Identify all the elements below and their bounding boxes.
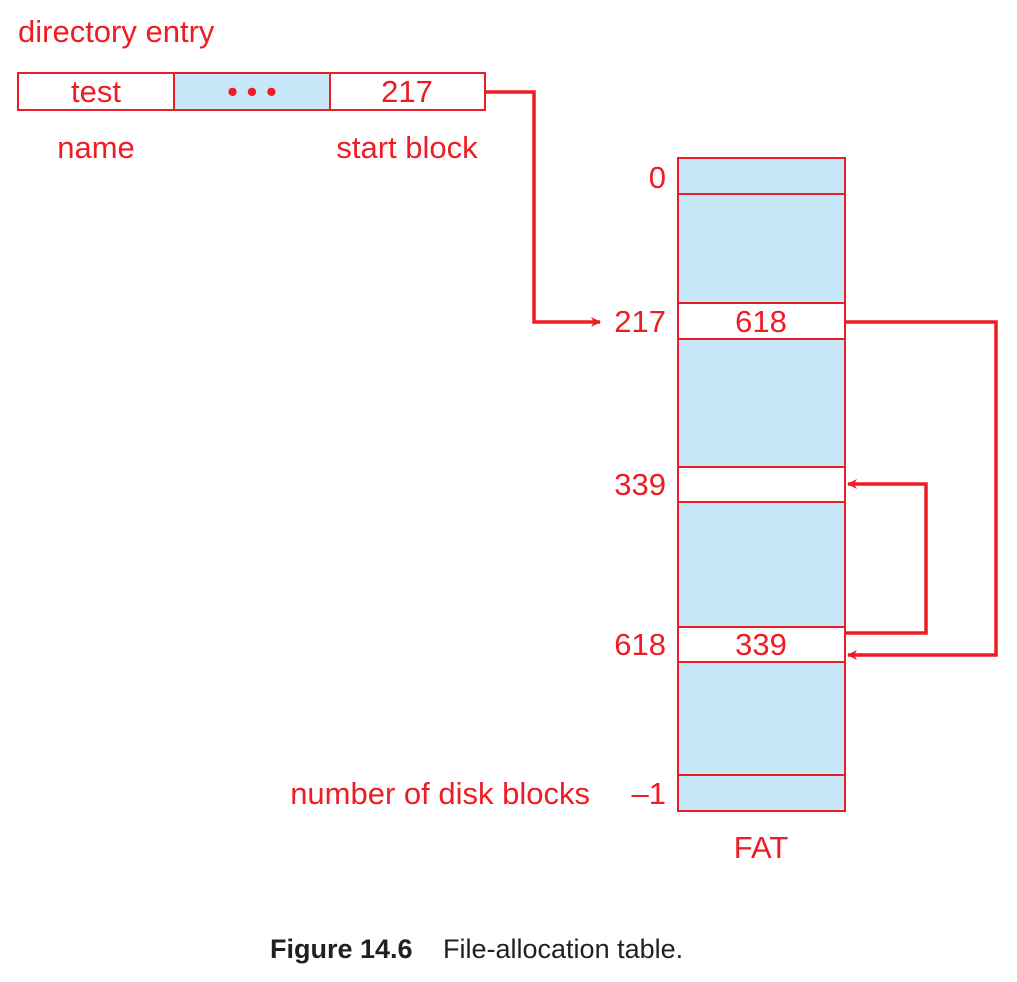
arrow-start-block-to-217 <box>485 90 601 327</box>
ellipsis-icon: • • • <box>227 74 277 109</box>
fat-row-gap-3 <box>677 501 846 628</box>
fat-diagram: directory entry test • • • 217 name star… <box>17 14 998 964</box>
figure-caption-text: File-allocation table. <box>443 934 683 964</box>
directory-entry: test • • • 217 <box>17 72 486 111</box>
directory-entry-start-block-value: 217 <box>381 74 433 109</box>
number-of-disk-blocks-label: number of disk blocks <box>290 776 590 811</box>
fat-index-0: 0 <box>649 160 666 195</box>
fat-index-618: 618 <box>614 627 666 662</box>
fat-row-0 <box>677 157 846 195</box>
fat-index-217: 217 <box>614 304 666 339</box>
directory-entry-title: directory entry <box>18 14 215 49</box>
fat-index-339: 339 <box>614 467 666 502</box>
fat-row-last <box>677 774 846 812</box>
fat-row-gap-1 <box>677 193 846 304</box>
fat-value-217: 618 <box>735 304 787 339</box>
start-block-label: start block <box>336 130 478 165</box>
figure-caption: Figure 14.6 File-allocation table. <box>270 934 683 964</box>
directory-entry-name-value: test <box>71 74 121 109</box>
arrow-618-to-339 <box>845 479 928 635</box>
fat-value-618: 339 <box>735 627 787 662</box>
figure-number: Figure 14.6 <box>270 934 413 964</box>
fat-row-gap-2 <box>677 338 846 468</box>
fat-table: 618 339 <box>677 157 846 812</box>
fat-row-339 <box>677 466 846 503</box>
name-label: name <box>57 130 135 165</box>
arrow-217-to-618 <box>845 320 998 660</box>
fat-index-last: –1 <box>632 776 666 811</box>
fat-row-gap-4 <box>677 661 846 776</box>
fat-title: FAT <box>734 830 789 865</box>
